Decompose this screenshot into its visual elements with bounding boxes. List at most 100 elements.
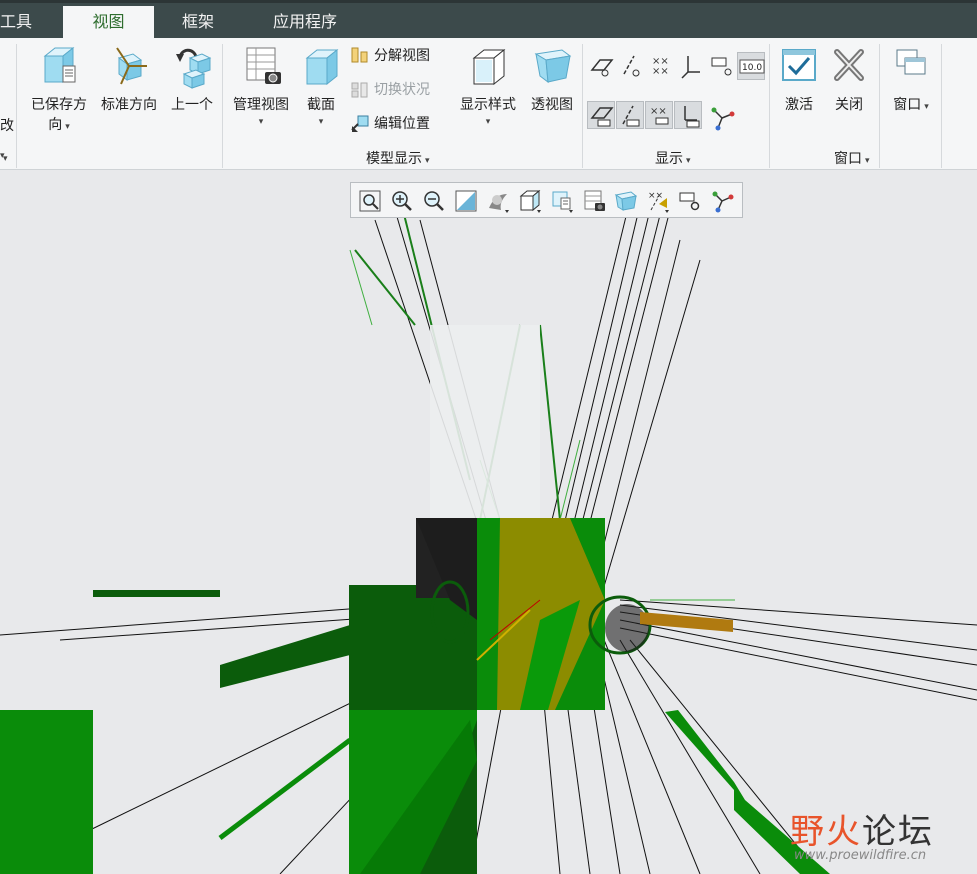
axis-tag-icon bbox=[622, 105, 640, 127]
section-icon bbox=[305, 48, 339, 86]
spin-center-icon bbox=[712, 191, 734, 213]
datum-axis-display-toggle[interactable] bbox=[618, 52, 646, 80]
repaint-button[interactable] bbox=[453, 188, 479, 214]
tab-applications[interactable]: 应用程序 bbox=[273, 6, 353, 41]
standard-orientation-label: 标准方向 bbox=[101, 96, 157, 112]
manage-views-button[interactable]: 管理视图 ▾ bbox=[228, 44, 294, 128]
dimension-icon: 10.0 bbox=[739, 59, 765, 74]
standard-orientation-icon bbox=[116, 47, 147, 85]
refit-icon bbox=[359, 190, 381, 212]
close-window-button[interactable]: 关闭 bbox=[826, 44, 872, 114]
svg-text:××: ×× bbox=[650, 106, 667, 117]
toggle-status-button[interactable]: 切换状况 bbox=[350, 78, 430, 100]
zoom-out-icon bbox=[424, 191, 444, 211]
explode-view-button[interactable]: 分解视图 bbox=[350, 44, 430, 66]
display-style-button[interactable]: 显示样式 ▾ bbox=[454, 44, 522, 128]
section-label: 截面 bbox=[307, 96, 335, 112]
close-label: 关闭 bbox=[835, 96, 863, 112]
annotation-display-toggle[interactable] bbox=[708, 52, 736, 80]
view-manager-button[interactable] bbox=[581, 188, 607, 214]
standard-orientation-button[interactable]: 标准方向 bbox=[96, 44, 162, 114]
perspective-view-icon bbox=[534, 49, 572, 84]
view-list-icon bbox=[552, 191, 573, 213]
point-tag-display-toggle[interactable]: ×× bbox=[645, 101, 673, 129]
repaint-icon bbox=[455, 190, 477, 212]
watermark-brand: 野火论坛 bbox=[790, 813, 934, 851]
chevron-down-icon: ▾ bbox=[318, 116, 324, 126]
datum-axis-icon bbox=[623, 55, 640, 77]
display-group-label[interactable]: 显示 ▾ bbox=[655, 148, 691, 168]
saved-orientation-label-2: 向 bbox=[48, 116, 63, 132]
partial-command-label[interactable]: 改 bbox=[0, 114, 14, 136]
perspective-view-toggle[interactable] bbox=[613, 188, 639, 214]
window-menu-button[interactable]: 窗口 ▾ bbox=[884, 44, 938, 114]
annotation-icon bbox=[679, 192, 700, 211]
zoom-in-button[interactable] bbox=[389, 188, 415, 214]
view-manager-dropdown[interactable] bbox=[549, 188, 575, 214]
chevron-down-icon: ▾ bbox=[258, 116, 264, 126]
ribbon-tab-bar: 工具 视图 框架 应用程序 bbox=[0, 0, 977, 41]
watermark: 野火论坛 www.proewildfire.cn bbox=[790, 800, 970, 870]
activate-icon bbox=[782, 49, 816, 81]
spin-center-button[interactable] bbox=[709, 188, 735, 214]
manage-views-icon bbox=[246, 47, 281, 84]
tab-view[interactable]: 视图 bbox=[63, 6, 154, 41]
window-icon bbox=[896, 49, 926, 75]
edit-position-icon bbox=[351, 115, 369, 133]
svg-text:××: ×× bbox=[648, 191, 663, 201]
tab-tools[interactable]: 工具 bbox=[0, 6, 40, 41]
previous-view-button[interactable]: 上一个 bbox=[166, 44, 218, 114]
datum-point-display-toggle[interactable]: ×× ×× bbox=[648, 52, 676, 80]
close-icon bbox=[834, 49, 864, 81]
datum-display-filters-dropdown[interactable]: ×× bbox=[645, 188, 671, 214]
annotation-display-button[interactable] bbox=[677, 188, 703, 214]
group-separator bbox=[879, 44, 880, 168]
spin-center-toggle[interactable] bbox=[708, 104, 736, 132]
explode-view-icon bbox=[351, 47, 368, 63]
model-display-group-label[interactable]: 模型显示 ▾ bbox=[366, 148, 430, 168]
plane-tag-display-toggle[interactable] bbox=[587, 101, 615, 129]
perspective-view-label: 透视图 bbox=[531, 96, 573, 112]
edit-position-button[interactable]: 编辑位置 bbox=[350, 112, 430, 134]
group-separator bbox=[941, 44, 942, 168]
window-group-label[interactable]: 窗口 ▾ bbox=[834, 148, 870, 168]
datum-plane-display-toggle[interactable] bbox=[588, 52, 616, 80]
group-separator bbox=[16, 44, 17, 168]
zoom-in-icon bbox=[392, 191, 412, 211]
saved-orientation-button[interactable]: 已保存方 向 ▾ bbox=[26, 44, 92, 134]
axis-tag-display-toggle[interactable] bbox=[616, 101, 644, 129]
saved-orientation-dropdown[interactable] bbox=[517, 188, 543, 214]
activate-window-button[interactable]: 激活 bbox=[776, 44, 822, 114]
previous-view-label: 上一个 bbox=[171, 96, 213, 112]
chevron-down-icon: ▾ bbox=[485, 116, 491, 126]
section-button[interactable]: 截面 ▾ bbox=[298, 44, 344, 128]
model-render bbox=[0, 189, 977, 874]
point-tag-icon: ×× bbox=[650, 106, 669, 125]
graphics-viewport[interactable]: 野火论坛 www.proewildfire.cn bbox=[0, 171, 977, 874]
toggle-status-icon bbox=[351, 82, 368, 98]
annotation-icon bbox=[711, 57, 732, 76]
refit-button[interactable] bbox=[357, 188, 383, 214]
plane-tag-icon bbox=[590, 107, 614, 127]
watermark-url: www.proewildfire.cn bbox=[794, 848, 927, 863]
orientation-group-dropdown[interactable]: ▾ bbox=[0, 148, 8, 164]
tab-framework[interactable]: 框架 bbox=[182, 6, 232, 41]
datum-plane-icon bbox=[590, 59, 614, 77]
cube-view-icon bbox=[519, 189, 541, 213]
datum-filter-icon: ×× bbox=[648, 191, 669, 213]
display-style-icon bbox=[472, 48, 506, 86]
coordinate-system-display-toggle[interactable] bbox=[678, 52, 706, 80]
window-label: 窗口 bbox=[893, 96, 922, 112]
group-separator bbox=[222, 44, 223, 168]
dimension-display-toggle[interactable]: 10.0 bbox=[737, 52, 765, 80]
display-style-dropdown[interactable] bbox=[485, 188, 511, 214]
previous-view-icon bbox=[176, 48, 212, 89]
datum-point-icon: ×××× bbox=[652, 56, 669, 77]
perspective-view-button[interactable]: 透视图 bbox=[526, 44, 578, 114]
csys-tag-icon bbox=[684, 106, 700, 128]
saved-orientation-icon bbox=[43, 46, 76, 84]
csys-tag-display-toggle[interactable] bbox=[674, 101, 702, 129]
perspective-icon bbox=[614, 191, 638, 211]
zoom-out-button[interactable] bbox=[421, 188, 447, 214]
chevron-down-icon: ▾ bbox=[924, 101, 929, 111]
